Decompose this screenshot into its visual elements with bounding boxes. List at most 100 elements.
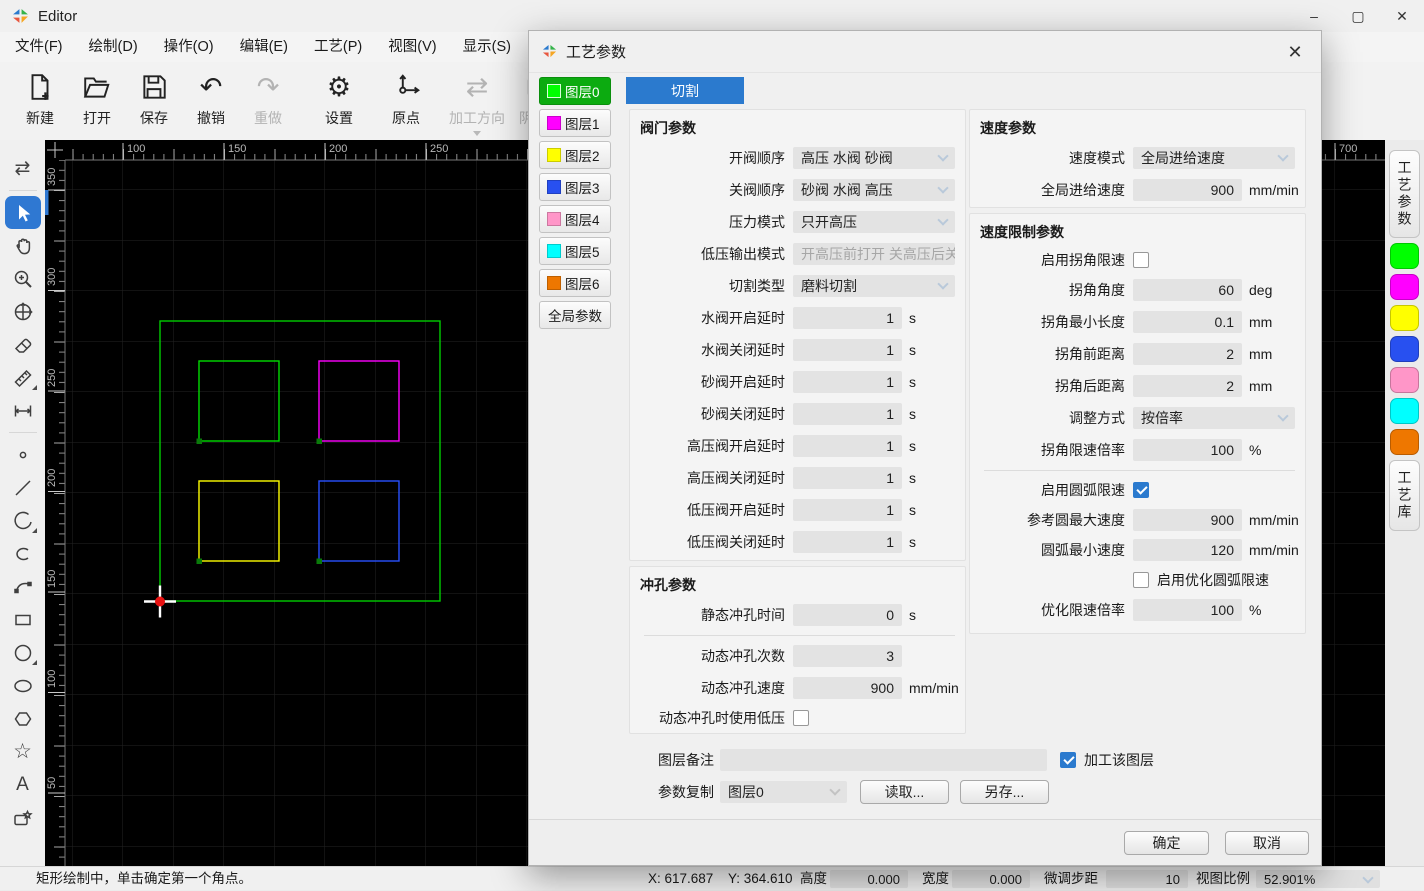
dynamic-pierce-speed-input[interactable]: 900 (793, 677, 902, 699)
menu-edit[interactable]: 编辑(E) (227, 32, 301, 62)
measure-tool[interactable] (5, 361, 41, 394)
layer-button-4[interactable]: 图层4 (539, 205, 611, 233)
settings-button[interactable]: ⚙ 设置 (317, 67, 361, 128)
circle-tool[interactable] (5, 636, 41, 669)
param-copy-select[interactable]: 图层0 (720, 781, 847, 803)
swap-direction-tool[interactable]: ⇄ (5, 152, 41, 185)
arc-min-speed-input[interactable]: 120 (1133, 539, 1242, 561)
svg-text:250: 250 (430, 143, 448, 155)
new-file-button[interactable]: 新建 (18, 67, 62, 128)
process-params-panel-button[interactable]: 工艺参数 (1389, 150, 1420, 238)
tab-cut[interactable]: 切割 (626, 77, 744, 104)
three-point-arc-tool[interactable] (5, 570, 41, 603)
ellipse-tool[interactable] (5, 669, 41, 702)
static-pierce-time-input[interactable]: 0 (793, 604, 902, 626)
menu-process[interactable]: 工艺(P) (301, 32, 375, 62)
line-tool[interactable] (5, 471, 41, 504)
layer-list: 图层0 图层1 图层2 图层3 图层4 图层5 图层6 全局参数 (539, 77, 611, 333)
select-tool[interactable] (5, 196, 41, 229)
rectangle-tool[interactable] (5, 603, 41, 636)
shape-library-tool[interactable] (5, 801, 41, 834)
corner-limit-ratio-input[interactable]: 100 (1133, 439, 1242, 461)
corner-angle-input[interactable]: 60 (1133, 279, 1242, 301)
hp-valve-close-delay-input[interactable]: 1 (793, 467, 902, 489)
corner-after-distance-input[interactable]: 2 (1133, 375, 1242, 397)
pressure-mode-select[interactable]: 只开高压 (793, 211, 955, 233)
corner-before-distance-input[interactable]: 2 (1133, 343, 1242, 365)
save-as-button[interactable]: 另存... (960, 780, 1049, 804)
open-file-button[interactable]: 打开 (75, 67, 119, 128)
polygon-tool[interactable] (5, 702, 41, 735)
cut-type-select[interactable]: 磨料切割 (793, 275, 955, 297)
ok-button[interactable]: 确定 (1124, 831, 1209, 855)
enable-optimized-arc-limit-checkbox[interactable] (1133, 572, 1149, 588)
zoom-tool[interactable] (5, 262, 41, 295)
layer-color-swatch-3[interactable] (1390, 336, 1419, 362)
process-this-layer-checkbox[interactable] (1060, 752, 1076, 768)
text-tool[interactable]: A (5, 768, 41, 801)
point-tool[interactable] (5, 438, 41, 471)
layer-button-6[interactable]: 图层6 (539, 269, 611, 297)
menu-operate[interactable]: 操作(O) (151, 32, 227, 62)
minimize-icon[interactable]: – (1292, 0, 1336, 32)
dialog-title-bar[interactable]: 工艺参数 ✕ (529, 31, 1321, 73)
sand-valve-open-delay-input[interactable]: 1 (793, 371, 902, 393)
dialog-close-icon[interactable]: ✕ (1281, 39, 1309, 65)
layer-note-input[interactable] (720, 749, 1047, 771)
maximize-icon[interactable]: ▢ (1336, 0, 1380, 32)
dynamic-pierce-low-pressure-checkbox[interactable] (793, 710, 809, 726)
menu-view[interactable]: 视图(V) (375, 32, 449, 62)
close-icon[interactable]: ✕ (1380, 0, 1424, 32)
optimized-limit-ratio-input[interactable]: 100 (1133, 599, 1242, 621)
layer-button-1[interactable]: 图层1 (539, 109, 611, 137)
ref-circle-max-speed-input[interactable]: 900 (1133, 509, 1242, 531)
layer-button-5[interactable]: 图层5 (539, 237, 611, 265)
global-params-button[interactable]: 全局参数 (539, 301, 611, 329)
undo-button[interactable]: ↶ 撤销 (189, 67, 233, 128)
pan-tool[interactable] (5, 229, 41, 262)
speed-mode-select[interactable]: 全局进给速度 (1133, 147, 1295, 169)
layer-button-3[interactable]: 图层3 (539, 173, 611, 201)
dynamic-pierce-count-input[interactable]: 3 (793, 645, 902, 667)
save-button[interactable]: 保存 (132, 67, 176, 128)
star-tool[interactable]: ☆ (5, 735, 41, 768)
corner-min-length-input[interactable]: 0.1 (1133, 311, 1242, 333)
arc-tool[interactable] (5, 504, 41, 537)
move-view-tool[interactable] (5, 295, 41, 328)
process-library-panel-button[interactable]: 工艺库 (1389, 460, 1420, 531)
layer-color-swatch-1[interactable] (1390, 274, 1419, 300)
chevron-down-icon (1362, 872, 1373, 883)
adjust-mode-select[interactable]: 按倍率 (1133, 407, 1295, 429)
layer-button-0[interactable]: 图层0 (539, 77, 611, 105)
open-valve-order-select[interactable]: 高压 水阀 砂阀 (793, 147, 955, 169)
lp-valve-close-delay-input[interactable]: 1 (793, 531, 902, 553)
erase-tool[interactable] (5, 328, 41, 361)
read-button[interactable]: 读取... (860, 780, 949, 804)
zoom-select[interactable]: 52.901% (1256, 870, 1380, 888)
layer-color-swatch-4[interactable] (1390, 367, 1419, 393)
menu-display[interactable]: 显示(S) (450, 32, 524, 62)
layer-button-2[interactable]: 图层2 (539, 141, 611, 169)
menu-draw[interactable]: 绘制(D) (76, 32, 151, 62)
layer-color-swatch-0[interactable] (1390, 243, 1419, 269)
height-input[interactable]: 0.000 (830, 870, 908, 888)
sand-valve-close-delay-input[interactable]: 1 (793, 403, 902, 425)
layer-color-swatch-6[interactable] (1390, 429, 1419, 455)
close-valve-order-select[interactable]: 砂阀 水阀 高压 (793, 179, 955, 201)
origin-button[interactable]: 原点 (384, 67, 428, 128)
step-input[interactable]: 10 (1106, 870, 1188, 888)
hp-valve-open-delay-input[interactable]: 1 (793, 435, 902, 457)
lp-valve-open-delay-input[interactable]: 1 (793, 499, 902, 521)
dimension-tool[interactable] (5, 394, 41, 427)
width-input[interactable]: 0.000 (952, 870, 1030, 888)
global-feed-speed-input[interactable]: 900 (1133, 179, 1242, 201)
water-valve-close-delay-input[interactable]: 1 (793, 339, 902, 361)
cancel-button[interactable]: 取消 (1225, 831, 1309, 855)
enable-arc-limit-checkbox[interactable] (1133, 482, 1149, 498)
layer-color-swatch-2[interactable] (1390, 305, 1419, 331)
enable-corner-limit-checkbox[interactable] (1133, 252, 1149, 268)
water-valve-open-delay-input[interactable]: 1 (793, 307, 902, 329)
menu-file[interactable]: 文件(F) (2, 32, 76, 62)
layer-color-swatch-5[interactable] (1390, 398, 1419, 424)
arc-open-tool[interactable] (5, 537, 41, 570)
